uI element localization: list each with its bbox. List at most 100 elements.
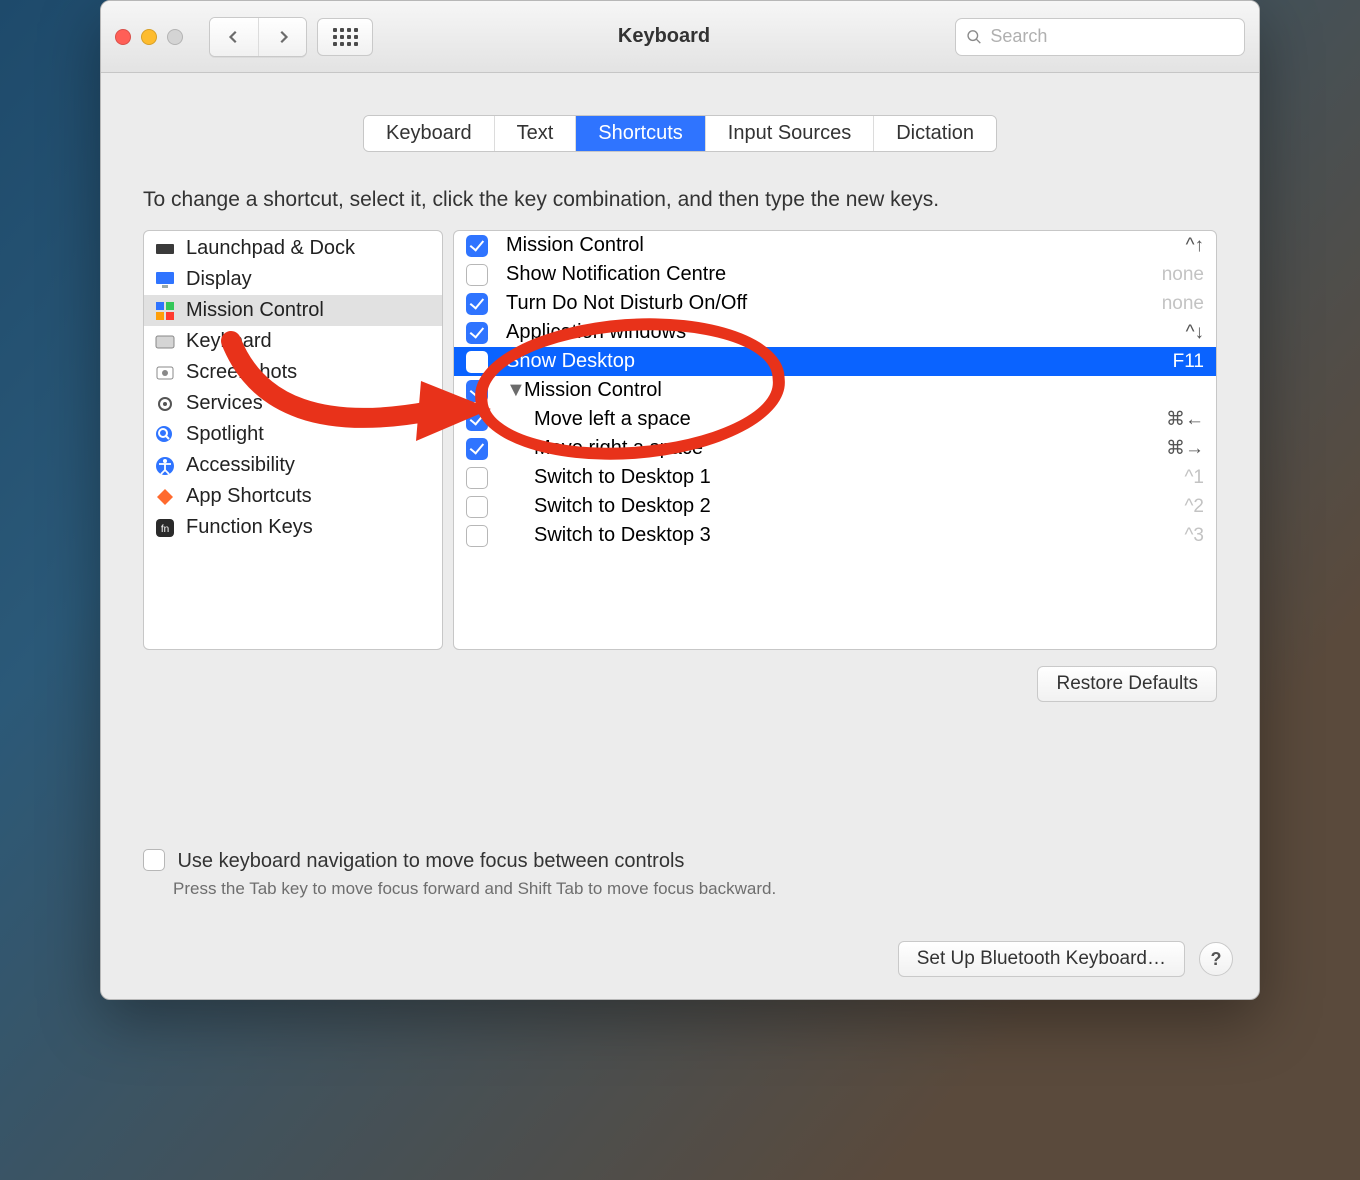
window-controls <box>115 29 183 45</box>
shortcut-row-selected[interactable]: Show Desktop F11 <box>454 347 1216 376</box>
category-label: Function Keys <box>186 516 313 539</box>
shortcut-row[interactable]: Move left a space ⌘← <box>454 405 1216 434</box>
keyboard-nav-label: Use keyboard navigation to move focus be… <box>177 850 684 872</box>
footer: Use keyboard navigation to move focus be… <box>143 849 1217 899</box>
shortcut-row[interactable]: Turn Do Not Disturb On/Off none <box>454 289 1216 318</box>
shortcut-row[interactable]: Switch to Desktop 1 ^1 <box>454 463 1216 492</box>
shortcut-label: Switch to Desktop 1 <box>506 466 1185 489</box>
zoom-window-button[interactable] <box>167 29 183 45</box>
shortcut-row[interactable]: Mission Control ^↑ <box>454 231 1216 260</box>
shortcut-key[interactable]: ^↓ <box>1186 322 1204 344</box>
shortcut-group-row[interactable]: ▼ Mission Control <box>454 376 1216 405</box>
chevron-left-icon <box>227 30 241 44</box>
fn-icon: fn <box>154 517 176 539</box>
svg-text:fn: fn <box>161 524 169 535</box>
shortcut-key[interactable]: ^3 <box>1185 525 1204 547</box>
checkbox[interactable] <box>466 467 488 489</box>
category-function-keys[interactable]: fn Function Keys <box>144 512 442 543</box>
shortcut-row[interactable]: Switch to Desktop 2 ^2 <box>454 492 1216 521</box>
shortcut-label: Mission Control <box>524 379 1204 402</box>
tab-shortcuts[interactable]: Shortcuts <box>575 116 704 151</box>
category-app-shortcuts[interactable]: App Shortcuts <box>144 481 442 512</box>
tab-dictation[interactable]: Dictation <box>873 116 996 151</box>
shortcut-row[interactable]: Application windows ^↓ <box>454 318 1216 347</box>
shortcut-label: Move right a space <box>506 437 1166 460</box>
forward-button[interactable] <box>258 18 306 56</box>
restore-row: Restore Defaults <box>143 666 1217 702</box>
shortcut-key[interactable]: none <box>1162 293 1204 315</box>
category-label: Spotlight <box>186 423 264 446</box>
checkbox[interactable] <box>466 264 488 286</box>
help-button[interactable]: ? <box>1199 942 1233 976</box>
shortcut-key[interactable]: none <box>1162 264 1204 286</box>
category-accessibility[interactable]: Accessibility <box>144 450 442 481</box>
tab-bar: Keyboard Text Shortcuts Input Sources Di… <box>101 115 1259 152</box>
shortcut-key[interactable]: ⌘← <box>1166 408 1204 431</box>
minimize-window-button[interactable] <box>141 29 157 45</box>
category-label: Accessibility <box>186 454 295 477</box>
checkbox[interactable] <box>466 525 488 547</box>
tab-segment: Keyboard Text Shortcuts Input Sources Di… <box>363 115 997 152</box>
keyboard-nav-hint: Press the Tab key to move focus forward … <box>173 879 1217 899</box>
tab-input-sources[interactable]: Input Sources <box>705 116 873 151</box>
nav-back-forward <box>209 17 307 57</box>
search-input[interactable] <box>990 26 1234 47</box>
category-label: Display <box>186 268 252 291</box>
shortcut-label: Mission Control <box>506 234 1186 257</box>
disclosure-triangle-icon[interactable]: ▼ <box>506 379 520 402</box>
shortcut-label: Switch to Desktop 3 <box>506 524 1185 547</box>
shortcut-key[interactable]: ^↑ <box>1186 235 1204 257</box>
shortcut-label: Show Desktop <box>506 350 1173 373</box>
category-list[interactable]: Launchpad & Dock Display Mission Control… <box>143 230 443 650</box>
back-button[interactable] <box>210 18 258 56</box>
keyboard-nav-checkbox[interactable] <box>143 849 165 871</box>
checkbox[interactable] <box>466 438 488 460</box>
shortcut-row[interactable]: Show Notification Centre none <box>454 260 1216 289</box>
category-label: Mission Control <box>186 299 324 322</box>
shortcut-label: Move left a space <box>506 408 1166 431</box>
show-all-button[interactable] <box>317 18 373 56</box>
grid-icon <box>333 28 358 46</box>
category-services[interactable]: Services <box>144 388 442 419</box>
category-spotlight[interactable]: Spotlight <box>144 419 442 450</box>
chevron-right-icon <box>276 30 290 44</box>
search-icon <box>966 28 982 46</box>
category-label: Keyboard <box>186 330 272 353</box>
category-screenshots[interactable]: Screenshots <box>144 357 442 388</box>
category-keyboard[interactable]: Keyboard <box>144 326 442 357</box>
search-icon <box>154 424 176 446</box>
category-label: Launchpad & Dock <box>186 237 355 260</box>
launchpad-icon <box>154 238 176 260</box>
checkbox[interactable] <box>466 322 488 344</box>
shortcut-row[interactable]: Move right a space ⌘→ <box>454 434 1216 463</box>
shortcut-key[interactable]: ^1 <box>1185 467 1204 489</box>
category-display[interactable]: Display <box>144 264 442 295</box>
keyboard-nav-row[interactable]: Use keyboard navigation to move focus be… <box>143 849 1217 873</box>
shortcut-key[interactable]: ^2 <box>1185 496 1204 518</box>
close-window-button[interactable] <box>115 29 131 45</box>
shortcut-list[interactable]: Mission Control ^↑ Show Notification Cen… <box>453 230 1217 650</box>
mission-control-icon <box>154 300 176 322</box>
restore-defaults-button[interactable]: Restore Defaults <box>1037 666 1217 702</box>
category-mission-control[interactable]: Mission Control <box>144 295 442 326</box>
shortcut-key[interactable]: ⌘→ <box>1166 437 1204 460</box>
checkbox[interactable] <box>466 409 488 431</box>
checkbox[interactable] <box>466 380 488 402</box>
setup-bluetooth-keyboard-button[interactable]: Set Up Bluetooth Keyboard… <box>898 941 1185 977</box>
apps-icon <box>154 486 176 508</box>
shortcut-row[interactable]: Switch to Desktop 3 ^3 <box>454 521 1216 550</box>
search-field[interactable] <box>955 18 1245 56</box>
shortcut-label: Show Notification Centre <box>506 263 1162 286</box>
checkbox[interactable] <box>466 496 488 518</box>
checkbox[interactable] <box>466 235 488 257</box>
checkbox[interactable] <box>466 293 488 315</box>
shortcut-key[interactable]: F11 <box>1173 351 1204 373</box>
category-launchpad-dock[interactable]: Launchpad & Dock <box>144 233 442 264</box>
gear-icon <box>154 393 176 415</box>
shortcut-label: Turn Do Not Disturb On/Off <box>506 292 1162 315</box>
tab-text[interactable]: Text <box>494 116 576 151</box>
checkbox[interactable] <box>466 351 488 373</box>
tab-keyboard[interactable]: Keyboard <box>364 116 494 151</box>
category-label: Services <box>186 392 263 415</box>
category-label: Screenshots <box>186 361 297 384</box>
